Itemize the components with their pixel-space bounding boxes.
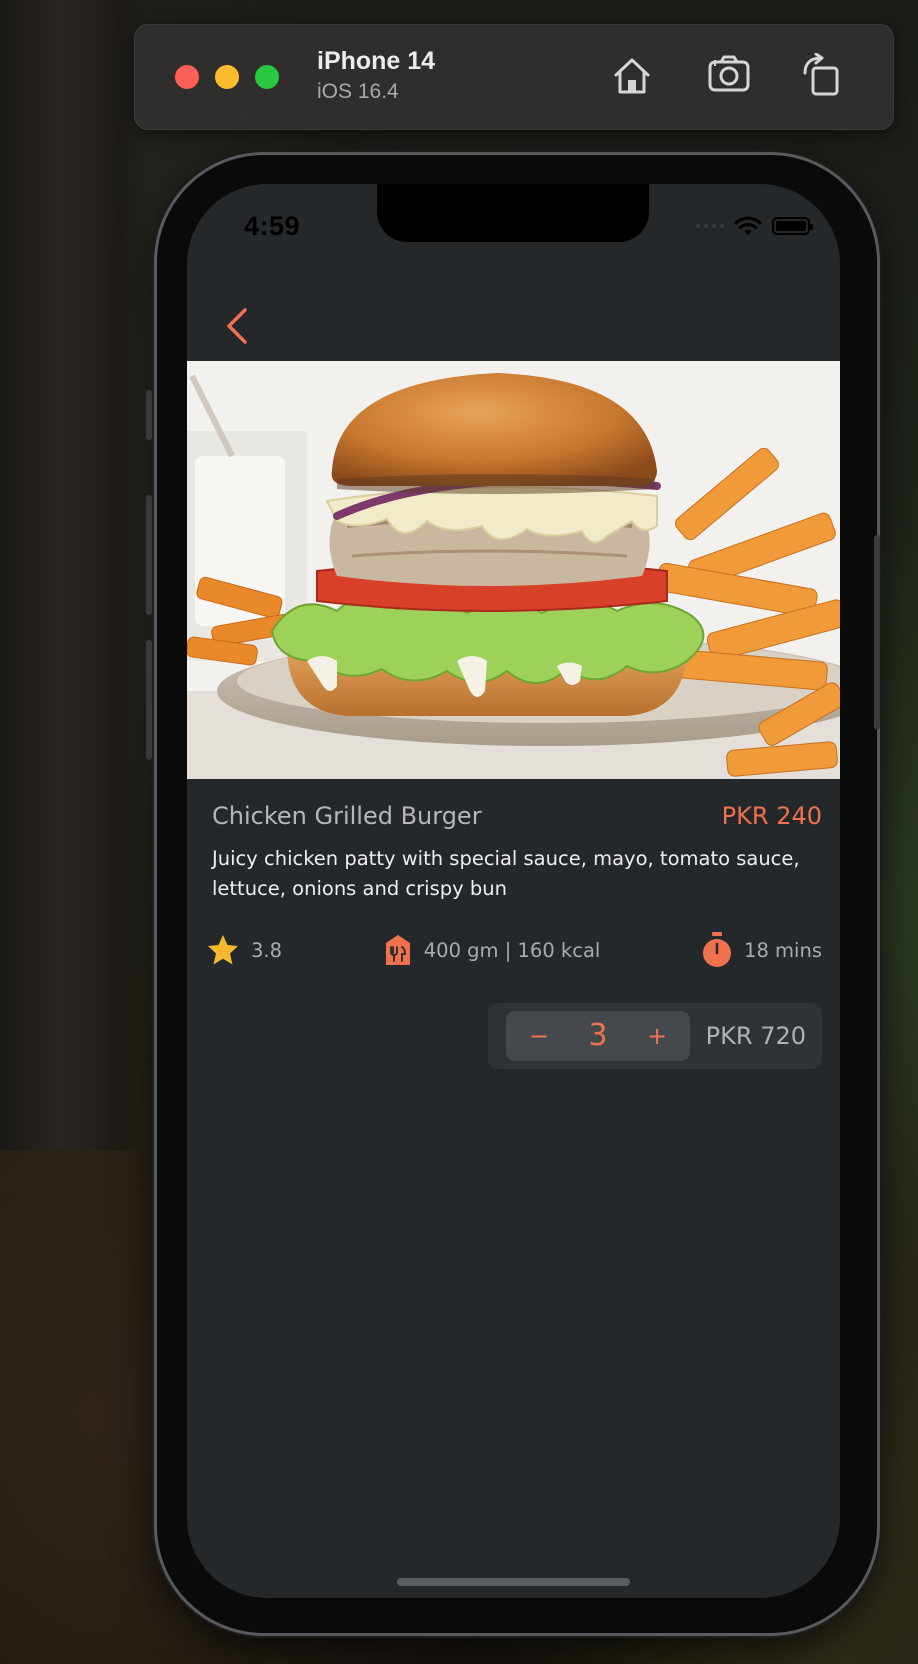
add-to-cart-box: − 3 + PKR 720 [488, 1003, 822, 1069]
product-price: PKR 240 [721, 802, 822, 830]
volume-up-button [146, 495, 152, 615]
app-screen: 4:59 Chicken Grilled Burger PKR 240 Juic… [187, 184, 840, 1598]
quantity-stepper: − 3 + [506, 1011, 690, 1061]
silent-switch [146, 390, 152, 440]
notch [377, 184, 649, 242]
back-button[interactable] [217, 302, 257, 350]
power-button [874, 535, 880, 730]
zoom-window-button[interactable] [255, 65, 279, 89]
device-name: iPhone 14 [317, 47, 436, 75]
star-icon [208, 935, 238, 965]
minimize-window-button[interactable] [215, 65, 239, 89]
background-tree-trunk [0, 0, 150, 1150]
home-indicator[interactable] [397, 1578, 630, 1586]
status-time: 4:59 [244, 211, 301, 241]
timer-icon [703, 932, 732, 967]
quantity-value: 3 [588, 1018, 608, 1053]
product-description: Juicy chicken patty with special sauce, … [212, 847, 800, 900]
nutrition: 400 gm | 160 kcal [383, 933, 601, 967]
simulator-toolbar: iPhone 14 iOS 16.4 [134, 24, 894, 130]
os-version: iOS 16.4 [317, 80, 399, 103]
wifi-icon [734, 216, 762, 235]
cart-total[interactable]: PKR 720 [706, 1003, 806, 1069]
battery-icon [772, 217, 813, 235]
nutrition-value: 400 gm | 160 kcal [423, 938, 601, 962]
home-icon[interactable] [609, 53, 655, 99]
signal-dots-icon [696, 224, 724, 228]
product-title-row: Chicken Grilled Burger PKR 240 [212, 802, 822, 830]
rotate-icon[interactable] [799, 52, 845, 99]
close-window-button[interactable] [175, 65, 199, 89]
prep-time-value: 18 mins [744, 938, 822, 962]
rating-value: 3.8 [251, 938, 283, 962]
screenshot-icon[interactable] [707, 53, 753, 99]
food-bag-icon [385, 935, 410, 965]
increase-quantity-button[interactable]: + [632, 1011, 682, 1061]
product-name: Chicken Grilled Burger [212, 802, 482, 830]
status-icons [696, 214, 813, 238]
prep-time: 18 mins [701, 932, 822, 968]
rating: 3.8 [206, 933, 282, 967]
volume-down-button [146, 640, 152, 760]
product-meta-row: 3.8 400 gm | 160 kcal 18 mins [206, 930, 822, 970]
product-image [187, 361, 840, 779]
chevron-left-icon [227, 308, 247, 344]
decrease-quantity-button[interactable]: − [514, 1011, 564, 1061]
